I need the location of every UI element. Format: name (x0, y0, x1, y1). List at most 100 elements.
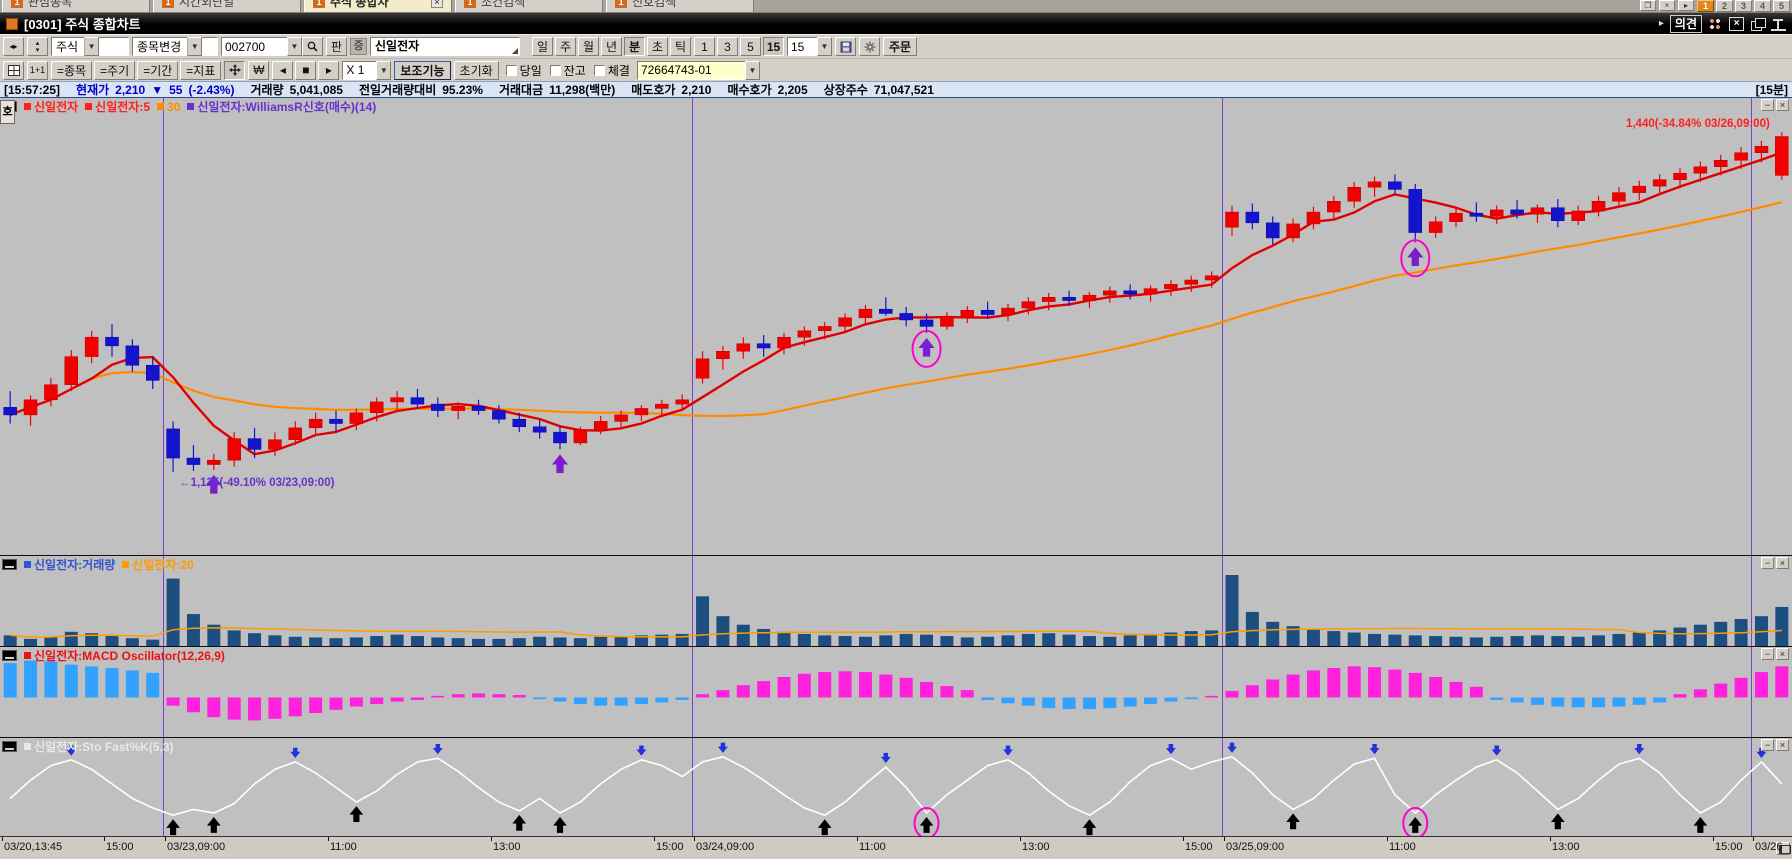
period-button[interactable]: 월 (578, 37, 599, 56)
period-button[interactable]: 일 (532, 37, 553, 56)
tab-close-icon[interactable]: × (431, 0, 443, 8)
volume-pane[interactable]: 신일전자:거래량신일전자:20−× (0, 555, 1792, 646)
next-screen-icon[interactable]: ▸ (1678, 0, 1694, 11)
screen-number-button[interactable]: 4 (1754, 0, 1771, 12)
pane-close-icon[interactable]: × (1776, 557, 1789, 569)
chevron-down-icon[interactable]: ▼ (287, 37, 302, 56)
price-pane[interactable]: 1,440(-34.84% 03/26,09:00)←1,125(-49.10%… (0, 98, 1792, 555)
symbol-spinner[interactable]: ▴▾ (27, 37, 48, 56)
stochastic-pane[interactable]: 신일전자:Sto Fast%K(5,3)−× (0, 737, 1792, 836)
workspace-tab[interactable]: 1관심종목 (2, 0, 150, 13)
macd-pane[interactable]: 신일전자:MACD Oscillator(12,26,9)−× (0, 646, 1792, 737)
symbol-code-input[interactable] (221, 37, 287, 56)
candle-up (1735, 153, 1748, 161)
minute-value-input[interactable] (787, 37, 817, 56)
multi-chart-icon[interactable]: 1+1 (27, 61, 48, 80)
pane-close-icon[interactable]: × (1776, 648, 1789, 660)
reset-button[interactable]: 초기화 (454, 61, 499, 80)
close-icon[interactable]: × (1729, 17, 1744, 31)
aux-function-button[interactable]: 보조기능 (394, 61, 450, 80)
cross-hair-icon[interactable] (224, 61, 245, 80)
settings-gear-icon[interactable] (859, 37, 880, 56)
workspace-tab[interactable]: 1조건검색 (455, 0, 603, 13)
prev-next-symbol-button[interactable]: ◂▸ (3, 37, 24, 56)
screen-number-button[interactable]: 3 (1735, 0, 1752, 12)
checkbox-box[interactable] (506, 65, 517, 76)
pane-icon[interactable] (2, 559, 17, 570)
won-price-button[interactable]: ₩ (248, 61, 269, 80)
minute-preset-button[interactable]: 3 (717, 37, 738, 56)
market-select[interactable]: 주식▼ (51, 37, 129, 56)
volume-bar (879, 635, 892, 646)
candle-up (1755, 146, 1768, 152)
tab-label: 시간외단일 (179, 0, 234, 10)
macd-bar (289, 698, 302, 717)
board-button[interactable]: 판 (326, 37, 347, 56)
period-button[interactable]: 년 (601, 37, 622, 56)
checkbox-box[interactable] (550, 65, 561, 76)
compare-button[interactable]: =종목 (51, 61, 92, 80)
period-button[interactable]: 초 (647, 37, 668, 56)
pane-icon[interactable] (2, 650, 17, 661)
workspace-tab[interactable]: 1신호검색 (606, 0, 754, 13)
capture-icon[interactable] (1708, 17, 1723, 31)
close-window-icon[interactable]: × (1659, 0, 1675, 11)
macd-bar (391, 698, 404, 702)
legend-color-swatch (157, 103, 164, 110)
chevron-down-icon[interactable]: ▼ (84, 37, 99, 56)
save-icon[interactable] (835, 37, 856, 56)
pane-minimize-icon[interactable]: − (1761, 648, 1774, 660)
window-title-bar[interactable]: [0301] 주식 종합차트 ▸ 의견 × (0, 13, 1792, 34)
grid-layout-icon[interactable] (3, 61, 24, 80)
order-button[interactable]: 주문 (883, 37, 917, 56)
period-button[interactable]: 분 (624, 37, 645, 56)
pane-icon[interactable] (2, 741, 17, 752)
checkbox-box[interactable] (594, 65, 605, 76)
compare-button[interactable]: =지표 (180, 61, 221, 80)
candle-up (1490, 210, 1503, 216)
screen-number-button[interactable]: 1 (1697, 0, 1714, 12)
pane-minimize-icon[interactable]: − (1761, 739, 1774, 751)
chevron-down-icon[interactable]: ▼ (187, 37, 202, 56)
checkbox-체결[interactable]: 체결 (594, 62, 630, 79)
pane-minimize-icon[interactable]: − (1761, 557, 1774, 569)
chart-nav-button[interactable]: ■ (295, 61, 316, 80)
change-mode-select[interactable]: 종목변경▼ (132, 37, 218, 56)
pane-buttons: −× (1761, 99, 1789, 111)
chart-nav-button[interactable]: ◂ (272, 61, 293, 80)
account-input[interactable] (637, 61, 745, 80)
screen-number-button[interactable]: 5 (1773, 0, 1790, 12)
chart-nav-button[interactable]: ▸ (318, 61, 339, 80)
workspace-tab[interactable]: 1 시간외단일 (153, 0, 301, 13)
candle-down (533, 427, 546, 432)
workspace-tab[interactable]: 1주식 종합차× (304, 0, 452, 13)
chevron-down-icon[interactable]: ▼ (745, 61, 760, 80)
pane-close-icon[interactable]: × (1776, 739, 1789, 751)
minute-preset-button[interactable]: 1 (694, 37, 715, 56)
collapse-arrow-icon[interactable]: ▸ (1659, 18, 1664, 29)
checkbox-잔고[interactable]: 잔고 (550, 62, 586, 79)
volume-bar (1205, 630, 1218, 646)
pane-close-icon[interactable]: × (1776, 99, 1789, 111)
pin-icon[interactable] (1771, 17, 1786, 31)
dock-tab-hoga[interactable]: 호 (0, 100, 15, 124)
cascade-windows-icon[interactable]: ❐ (1640, 0, 1656, 11)
period-button[interactable]: 주 (555, 37, 576, 56)
compare-button[interactable]: =기간 (137, 61, 178, 80)
minute-preset-button[interactable]: 5 (740, 37, 761, 56)
minute-preset-button[interactable]: 15 (763, 37, 784, 56)
checkbox-당일[interactable]: 당일 (506, 62, 542, 79)
screen-number-button[interactable]: 2 (1716, 0, 1733, 12)
compare-button[interactable]: =주기 (94, 61, 135, 80)
restore-icon[interactable] (1750, 17, 1765, 31)
search-icon[interactable] (302, 37, 323, 56)
volume-bar (513, 638, 526, 646)
stock-name-field[interactable]: 신일전자 (370, 37, 520, 56)
tab-number-badge: 1 (162, 0, 174, 8)
period-button[interactable]: 틱 (670, 37, 691, 56)
axis-tick (1713, 837, 1714, 841)
chevron-down-icon[interactable]: ▼ (817, 37, 832, 56)
pane-minimize-icon[interactable]: − (1761, 99, 1774, 111)
chevron-down-icon[interactable]: ▼ (376, 61, 391, 80)
opinion-button[interactable]: 의견 (1670, 15, 1702, 33)
